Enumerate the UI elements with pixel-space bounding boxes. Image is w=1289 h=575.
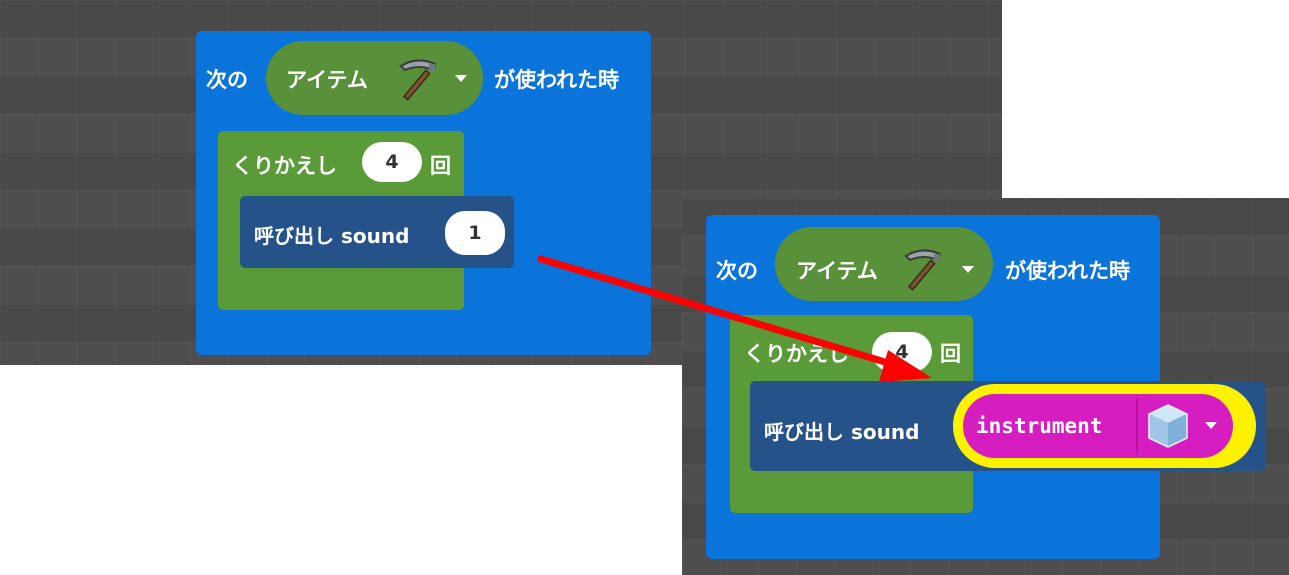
red-arrow [537, 255, 932, 382]
